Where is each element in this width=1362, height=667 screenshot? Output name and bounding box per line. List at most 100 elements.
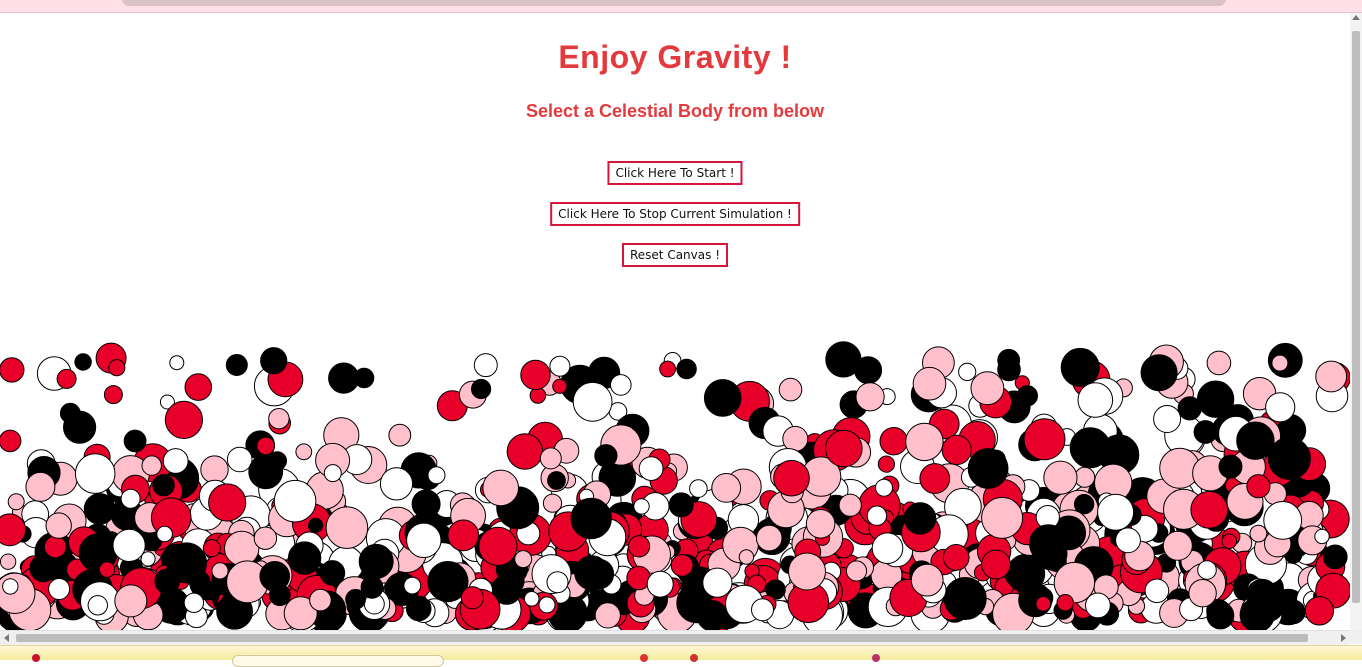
- scroll-left-icon[interactable]: [4, 634, 9, 642]
- celestial-body: [905, 422, 944, 462]
- app-icon[interactable]: [872, 654, 880, 662]
- celestial-body: [202, 539, 221, 558]
- celestial-body: [981, 496, 1024, 539]
- celestial-body: [538, 596, 556, 614]
- celestial-body: [970, 371, 1005, 406]
- celestial-body: [1190, 490, 1229, 529]
- celestial-body: [156, 525, 173, 543]
- celestial-body: [253, 526, 278, 550]
- celestial-body: [1249, 524, 1268, 543]
- celestial-body: [610, 374, 632, 396]
- celestial-body: [1245, 578, 1279, 612]
- celestial-body: [482, 469, 520, 507]
- celestial-body: [1016, 385, 1039, 407]
- celestial-body: [56, 368, 77, 389]
- celestial-body: [1177, 396, 1202, 421]
- celestial-body: [83, 493, 116, 525]
- celestial-body: [162, 448, 189, 474]
- celestial-body: [141, 455, 162, 476]
- stop-simulation-button[interactable]: Click Here To Stop Current Simulation !: [550, 202, 800, 226]
- celestial-body: [1069, 427, 1111, 469]
- celestial-body: [549, 355, 571, 377]
- celestial-body: [120, 488, 141, 509]
- taskbar: [0, 645, 1362, 667]
- celestial-body: [711, 473, 742, 503]
- celestial-body: [307, 517, 324, 534]
- celestial-body: [1246, 474, 1271, 499]
- celestial-body: [583, 558, 615, 590]
- scroll-up-icon[interactable]: [1352, 15, 1360, 20]
- page-title: Enjoy Gravity !: [558, 39, 792, 75]
- browser-app-icon[interactable]: [640, 654, 648, 662]
- celestial-body: [866, 505, 888, 526]
- celestial-body: [447, 519, 480, 552]
- celestial-body: [123, 429, 147, 453]
- celestial-body: [103, 385, 123, 405]
- celestial-body: [696, 600, 728, 630]
- celestial-body: [211, 562, 229, 580]
- celestial-body: [1197, 560, 1217, 580]
- celestial-body: [1206, 350, 1232, 376]
- celestial-body: [506, 433, 544, 470]
- celestial-body: [782, 425, 809, 452]
- celestial-body: [358, 543, 394, 579]
- browser-address-bar[interactable]: [122, 0, 1226, 6]
- horizontal-scroll-thumb[interactable]: [16, 634, 1308, 642]
- celestial-body: [627, 535, 651, 558]
- celestial-body: [659, 360, 676, 378]
- celestial-body: [1196, 380, 1235, 418]
- celestial-body: [25, 471, 56, 502]
- celestial-body: [646, 570, 674, 598]
- celestial-body: [427, 466, 446, 485]
- celestial-body: [152, 474, 175, 497]
- celestial-body: [268, 408, 290, 430]
- browser-top-strip: [0, 0, 1362, 13]
- celestial-body: [388, 423, 412, 447]
- start-menu-icon[interactable]: [32, 654, 40, 662]
- horizontal-scrollbar[interactable]: [0, 630, 1350, 645]
- celestial-body: [1271, 354, 1289, 372]
- celestial-body: [871, 532, 904, 565]
- celestial-body: [751, 598, 774, 622]
- celestial-body: [405, 595, 432, 622]
- celestial-body: [59, 402, 81, 424]
- celestial-body: [406, 522, 442, 558]
- celestial-body: [1267, 436, 1311, 480]
- celestial-body: [942, 544, 970, 571]
- celestial-body: [552, 378, 568, 394]
- celestial-body: [248, 454, 284, 490]
- celestial-body: [703, 379, 742, 417]
- vertical-scrollbar[interactable]: [1350, 13, 1362, 630]
- reset-canvas-button[interactable]: Reset Canvas !: [621, 243, 729, 267]
- celestial-body: [879, 427, 908, 456]
- celestial-body: [169, 355, 185, 371]
- celestial-body: [1097, 493, 1135, 531]
- taskbar-search[interactable]: [232, 655, 444, 667]
- celestial-body: [1043, 460, 1078, 495]
- celestial-body: [1144, 578, 1170, 604]
- celestial-body: [778, 377, 803, 402]
- celestial-body: [473, 353, 498, 378]
- celestial-body: [514, 550, 533, 569]
- celestial-body: [523, 591, 540, 607]
- celestial-body: [259, 561, 291, 592]
- celestial-body: [845, 560, 868, 582]
- celestial-body: [74, 453, 116, 494]
- celestial-body: [877, 455, 896, 473]
- celestial-body: [1304, 596, 1335, 626]
- celestial-body: [379, 467, 414, 501]
- celestial-body: [668, 492, 694, 518]
- celestial-body: [325, 506, 369, 550]
- celestial-body: [594, 444, 618, 468]
- celestial-body: [981, 549, 1011, 580]
- scroll-right-icon[interactable]: [1341, 634, 1346, 642]
- celestial-body: [570, 497, 612, 540]
- celestial-body: [1023, 418, 1066, 461]
- celestial-body: [183, 592, 205, 613]
- celestial-body: [403, 576, 422, 595]
- celestial-body: [29, 554, 58, 583]
- vertical-scroll-thumb[interactable]: [1352, 31, 1360, 603]
- app-icon[interactable]: [690, 654, 698, 662]
- celestial-body: [309, 588, 332, 612]
- start-button[interactable]: Click Here To Start !: [607, 161, 743, 185]
